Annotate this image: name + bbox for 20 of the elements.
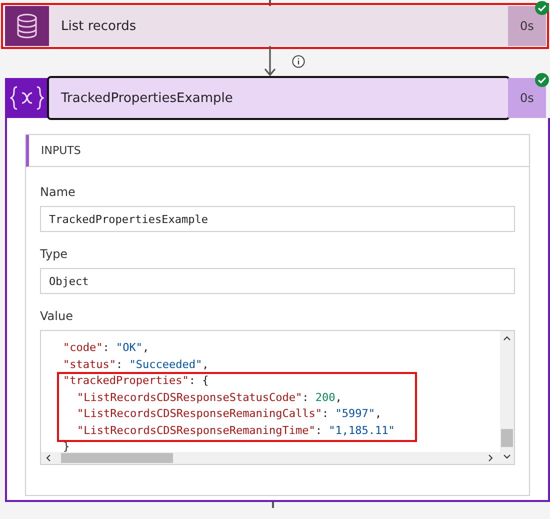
field-label: Type (40, 247, 69, 261)
code-line: "status": "Succeeded", (63, 358, 210, 372)
code-line: } (63, 440, 71, 455)
code-line: "code": "OK", (63, 341, 150, 356)
duration-label: 0s (520, 91, 534, 105)
duration-label: 0s (520, 19, 534, 33)
input-field[interactable]: TrackedPropertiesExample (40, 206, 515, 232)
code-editor[interactable]: "code": "OK", "status": "Succeeded", "trackedProperties": { "ListRecordsCDSResponseStatusCode": 200, "ListRecordsCDSResponseRemaningCalls": "5997", "ListRecordsCDSResponseRemaningTime": "1,185.11" } (40, 330, 515, 465)
action-title: TrackedPropertiesExample (61, 90, 233, 106)
input-field[interactable]: Object (40, 268, 515, 294)
field-label: Name (40, 185, 76, 199)
code-line: "ListRecordsCDSResponseRemaningCalls": "5997", (76, 407, 383, 422)
code-line: "trackedProperties": { (63, 374, 210, 389)
field-label: Value (40, 309, 74, 323)
action-card[interactable]: TrackedPropertiesExample 0s (5, 78, 546, 118)
code-line: "ListRecordsCDSResponseStatusCode": 200, (76, 390, 343, 406)
section-header: INPUTS (26, 135, 529, 167)
code-line: "ListRecordsCDSResponseRemaningTime": "1,185.11" (76, 424, 396, 438)
action-title: List records (61, 18, 136, 34)
action-card[interactable]: List records 0s (5, 6, 546, 46)
